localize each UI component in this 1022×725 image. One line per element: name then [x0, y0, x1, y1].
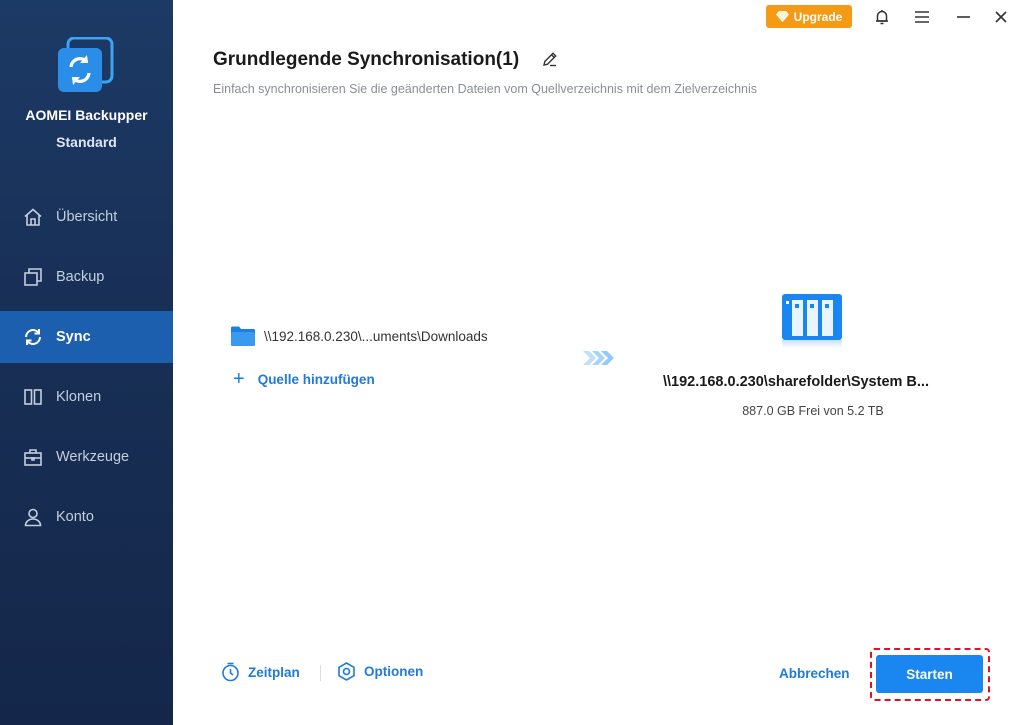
source-folder-item[interactable]: \\192.168.0.230\...uments\Downloads: [231, 326, 488, 346]
bell-icon[interactable]: [870, 5, 894, 29]
home-icon: [23, 207, 43, 227]
sidebar-item-label: Backup: [56, 269, 105, 285]
backup-icon: [23, 267, 43, 287]
sidebar-item-label: Werkzeuge: [56, 449, 130, 465]
plus-icon: +: [233, 368, 245, 390]
edit-pencil-icon[interactable]: [541, 50, 559, 68]
settings-hexagon-icon: [338, 662, 355, 681]
app-name: AOMEI Backupper: [25, 107, 148, 123]
direction-arrows-icon: [583, 351, 614, 365]
options-button[interactable]: Optionen: [337, 662, 423, 681]
add-source-button[interactable]: + Quelle hinzufügen: [233, 369, 375, 389]
schedule-label: Zeitplan: [248, 664, 300, 680]
sync-icon: [23, 327, 43, 347]
upgrade-label: Upgrade: [793, 9, 843, 24]
sidebar-item-uebersicht[interactable]: Übersicht: [0, 191, 173, 243]
page-title: Grundlegende Synchronisation(1): [213, 49, 520, 70]
sidebar-item-label: Klonen: [56, 389, 102, 405]
sidebar-item-werkzeuge[interactable]: Werkzeuge: [0, 431, 173, 483]
minimize-icon[interactable]: [951, 5, 975, 29]
start-label: Starten: [906, 666, 953, 682]
cancel-button[interactable]: Abbrechen: [779, 666, 850, 681]
folder-icon: [231, 326, 255, 346]
start-button[interactable]: Starten: [876, 655, 983, 693]
add-source-label: Quelle hinzufügen: [257, 371, 375, 387]
options-label: Optionen: [364, 664, 424, 679]
clock-icon: [222, 662, 239, 682]
aomei-logo-icon: [58, 37, 114, 92]
destination-free-space: 887.0 GB Frei von 5.2 TB: [742, 404, 884, 418]
close-icon[interactable]: [989, 5, 1013, 29]
sidebar-item-label: Übersicht: [56, 209, 118, 225]
source-path: \\192.168.0.230\...uments\Downloads: [264, 328, 488, 344]
toolbox-icon: [23, 447, 43, 467]
menu-icon[interactable]: [910, 5, 934, 29]
schedule-button[interactable]: Zeitplan: [221, 662, 300, 682]
footer-divider: [320, 665, 321, 681]
sidebar-item-label: Sync: [56, 329, 91, 345]
sidebar: AOMEI Backupper Standard Übersicht Backu…: [0, 0, 173, 725]
sidebar-item-label: Konto: [56, 509, 94, 525]
app-edition: Standard: [56, 134, 117, 150]
diamond-icon: [775, 11, 789, 22]
sidebar-item-backup[interactable]: Backup: [0, 251, 173, 303]
clone-icon: [23, 387, 43, 407]
destination-path[interactable]: \\192.168.0.230\sharefolder\System B...: [663, 374, 929, 390]
sidebar-item-klonen[interactable]: Klonen: [0, 371, 173, 423]
page-subtitle: Einfach synchronisieren Sie die geändert…: [213, 82, 758, 96]
nas-storage-icon[interactable]: [779, 292, 845, 350]
user-icon: [23, 507, 43, 527]
upgrade-button[interactable]: Upgrade: [766, 5, 852, 28]
sidebar-item-konto[interactable]: Konto: [0, 491, 173, 543]
sidebar-item-sync[interactable]: Sync: [0, 311, 173, 363]
